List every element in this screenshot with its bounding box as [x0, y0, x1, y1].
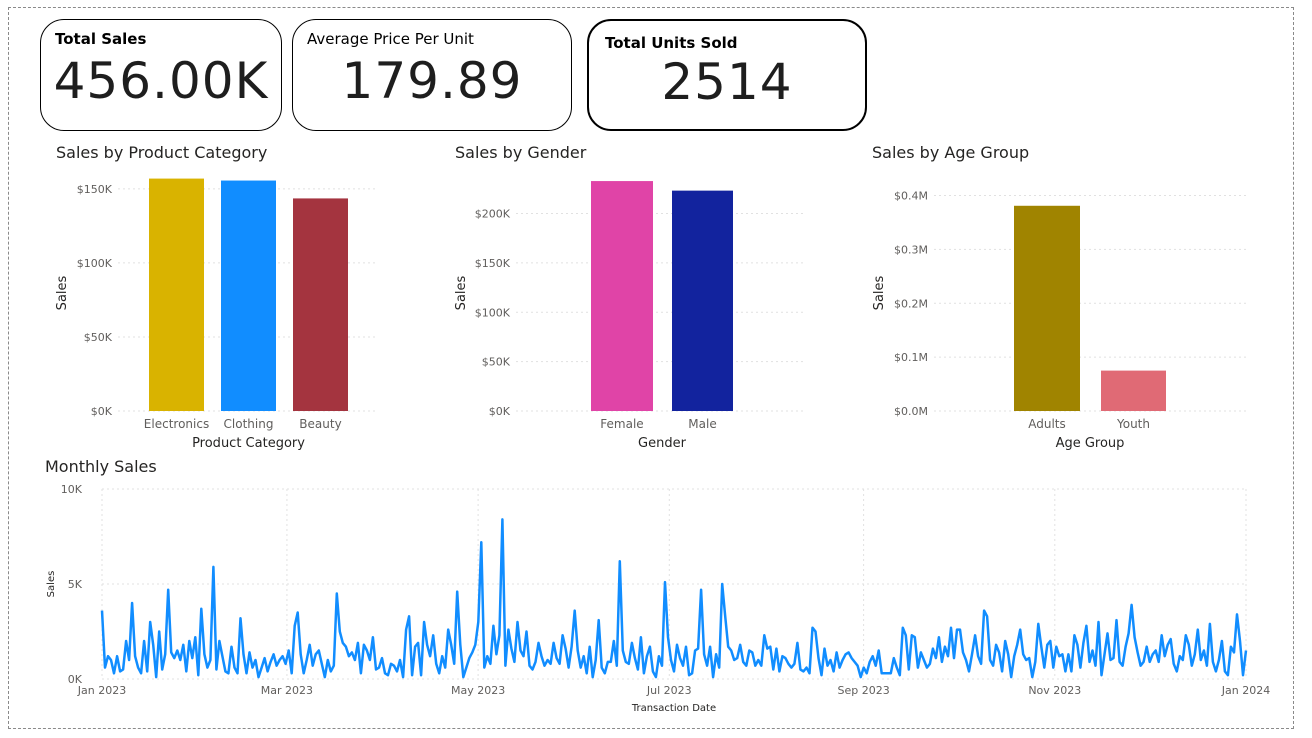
x-axis-title: Gender [638, 436, 687, 451]
y-tick-label: $0.1M [894, 351, 928, 364]
x-axis-title: Product Category [192, 436, 305, 451]
y-tick-label: $50K [482, 356, 511, 369]
y-tick-label: $100K [77, 257, 113, 270]
bar-clothing [221, 180, 276, 411]
x-tick-label: Sep 2023 [838, 684, 890, 697]
x-tick-label: Mar 2023 [261, 684, 313, 697]
x-tick-label: Adults [1028, 417, 1066, 431]
y-axis-title: Sales [55, 275, 70, 310]
x-tick-label: Male [688, 417, 716, 431]
bar-female [591, 181, 653, 411]
y-tick-label: $150K [77, 183, 113, 196]
y-tick-label: $0K [489, 405, 511, 418]
x-tick-label: Youth [1116, 417, 1150, 431]
x-tick-label: Jan 2024 [1221, 684, 1270, 697]
bar-youth [1101, 370, 1166, 411]
x-tick-label: Electronics [144, 417, 209, 431]
y-tick-label: $200K [475, 208, 511, 221]
bar-electronics [149, 178, 204, 411]
y-axis-title: Sales [454, 275, 469, 310]
charts-canvas: $0K $50K $100K $150K Electronics Clothing Beau… [46, 178, 1270, 714]
y-tick-label: $0.2M [894, 297, 928, 310]
x-tick-label: Beauty [299, 417, 341, 431]
y-tick-label: $50K [84, 331, 113, 344]
x-tick-label: Female [600, 417, 643, 431]
y-tick-label: $0.3M [894, 243, 928, 256]
y-tick-label: $150K [475, 257, 511, 270]
y-tick-label: $0.4M [894, 190, 928, 203]
x-tick-label: Nov 2023 [1028, 684, 1081, 697]
x-tick-label: May 2023 [451, 684, 505, 697]
y-axis-title: Sales [872, 275, 887, 310]
x-axis-title: Transaction Date [631, 703, 716, 714]
bar-beauty [293, 198, 348, 411]
y-tick-label: 10K [61, 483, 83, 496]
x-axis-title: Age Group [1056, 436, 1125, 451]
y-tick-label: 5K [68, 578, 83, 591]
y-tick-label: $0.0M [894, 405, 928, 418]
bar-male [672, 190, 733, 411]
bar-adults [1014, 205, 1080, 411]
y-tick-label: $0K [91, 405, 113, 418]
x-tick-label: Clothing [224, 417, 274, 431]
y-axis-title: Sales [46, 571, 57, 598]
x-tick-label: Jul 2023 [646, 684, 692, 697]
y-tick-label: $100K [475, 306, 511, 319]
series-line-sales [100, 518, 1248, 679]
x-tick-label: Jan 2023 [77, 684, 126, 697]
